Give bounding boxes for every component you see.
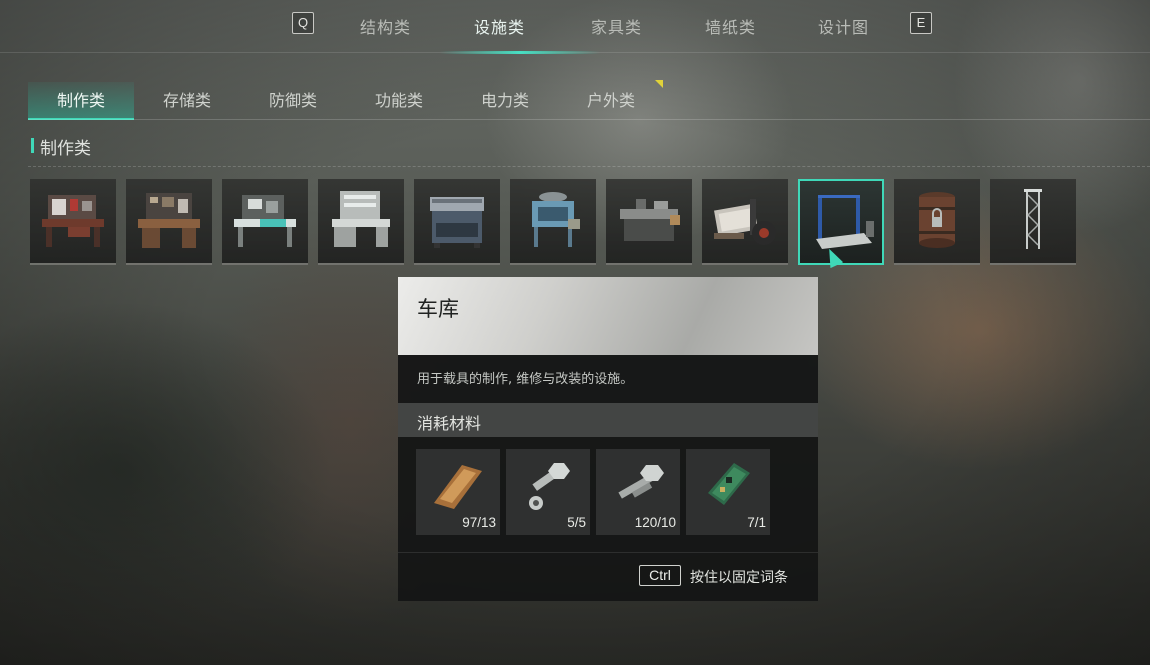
material-count: 97/13	[462, 515, 496, 530]
new-content-marker	[655, 80, 663, 88]
next-category-key[interactable]: E	[910, 12, 932, 34]
material-slot: 120/10	[596, 449, 680, 535]
material-count: 120/10	[634, 515, 676, 530]
materials-title: 消耗材料	[417, 414, 482, 433]
copper-ingot-icon	[434, 465, 482, 509]
item-slot[interactable]	[222, 179, 308, 265]
metal-bench-icon	[620, 199, 680, 241]
tab-structures[interactable]: 结构类	[360, 14, 411, 38]
tooltip-title: 车库	[417, 297, 459, 321]
tab-wallpaper[interactable]: 墙纸类	[705, 14, 756, 38]
item-slot[interactable]	[510, 179, 596, 265]
section-accent-bar	[31, 138, 34, 153]
item-slot-selected[interactable]	[798, 179, 884, 265]
item-slot[interactable]	[702, 179, 788, 265]
tab-blueprints[interactable]: 设计图	[818, 14, 869, 38]
section-divider	[28, 166, 1150, 167]
tab-furniture[interactable]: 家具类	[591, 14, 642, 38]
item-slot[interactable]	[414, 179, 500, 265]
item-slot[interactable]	[990, 179, 1076, 265]
screw-icon	[618, 465, 664, 499]
circuit-board-icon	[708, 463, 750, 505]
workbench-wood-icon	[138, 193, 200, 248]
tab-facilities[interactable]: 设施类	[474, 14, 525, 38]
subtab-defense[interactable]: 防御类	[240, 82, 346, 120]
item-slot[interactable]	[30, 179, 116, 265]
material-count: 5/5	[567, 515, 586, 530]
antenna-tower-icon	[1024, 189, 1042, 249]
material-slot: 97/13	[416, 449, 500, 535]
item-tooltip: 车库 用于载具的制作, 维修与改装的设施。 消耗材料 97/13 5/5 120…	[398, 277, 818, 601]
material-slot: 7/1	[686, 449, 770, 535]
ctrl-key-icon: Ctrl	[639, 565, 681, 586]
subtab-outdoor[interactable]: 户外类	[558, 82, 664, 120]
material-slot: 5/5	[506, 449, 590, 535]
item-slot[interactable]	[318, 179, 404, 265]
top-category-tabs: Q 结构类 设施类 家具类 墙纸类 设计图 E	[0, 0, 1150, 52]
bolt-nut-icon	[529, 463, 570, 510]
workbench-red-icon	[42, 195, 104, 247]
subtab-crafting[interactable]: 制作类	[28, 82, 134, 120]
subtab-function[interactable]: 功能类	[346, 82, 452, 120]
sub-category-tabs: 制作类 存储类 防御类 功能类 电力类 户外类	[28, 82, 1150, 120]
item-grid	[30, 179, 1090, 266]
materials-header: 消耗材料	[398, 403, 818, 437]
section-title: 制作类	[40, 139, 91, 159]
active-tab-indicator	[440, 51, 600, 54]
loom-icon	[714, 199, 776, 245]
subtab-power[interactable]: 电力类	[452, 82, 558, 120]
pin-tooltip-hint: 按住以固定词条	[690, 570, 788, 586]
prev-category-key[interactable]: Q	[292, 12, 314, 34]
electronics-bench-icon	[234, 195, 296, 247]
subtab-storage[interactable]: 存储类	[134, 82, 240, 120]
materials-list: 97/13 5/5 120/10 7/1	[416, 449, 816, 535]
tooltip-description: 用于载具的制作, 维修与改装的设施。	[417, 372, 634, 387]
item-slot[interactable]	[894, 179, 980, 265]
material-count: 7/1	[747, 515, 766, 530]
garage-lift-icon	[816, 195, 874, 249]
item-slot[interactable]	[606, 179, 692, 265]
stove-icon	[430, 197, 484, 248]
barrel-icon	[919, 192, 955, 248]
item-slot[interactable]	[126, 179, 212, 265]
tooltip-divider	[398, 552, 818, 553]
sub-tabs-divider	[28, 119, 1150, 120]
tooltip-header: 车库	[398, 277, 818, 355]
furnace-icon	[532, 192, 580, 247]
tool-bench-icon	[332, 191, 390, 247]
